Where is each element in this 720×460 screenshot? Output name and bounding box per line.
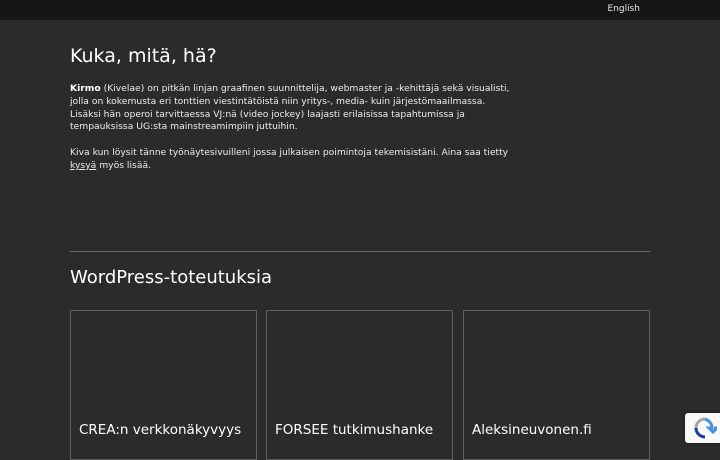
about-paragraph-1: Kirmo (Kivelae) on pitkän linjan graafin… <box>70 83 510 134</box>
section-title: WordPress-toteutuksia <box>70 267 273 288</box>
about-p2-tail: myös lisää. <box>96 159 152 171</box>
recaptcha-icon <box>694 417 717 439</box>
section-divider <box>70 251 650 252</box>
about-paragraph-2: Kiva kun löysit tänne työnäytesivuilleni… <box>70 147 510 173</box>
language-switch-link[interactable]: English <box>608 4 641 14</box>
project-card-title: CREA:n verkkonäkyvyys <box>79 422 242 438</box>
about-p2-text: Kiva kun löysit tänne työnäytesivuilleni… <box>70 146 509 158</box>
project-card-title: FORSEE tutkimushanke <box>275 422 434 438</box>
author-name: Kirmo <box>70 83 101 94</box>
project-card[interactable]: FORSEE tutkimushanke <box>266 310 453 460</box>
project-card-title: Aleksineuvonen.fi <box>472 422 592 438</box>
about-text: Kirmo (Kivelae) on pitkän linjan graafin… <box>70 83 510 185</box>
recaptcha-badge[interactable] <box>685 413 720 443</box>
contact-link[interactable]: kysyä <box>70 160 96 171</box>
top-bar: English <box>0 0 720 20</box>
about-intro-text: (Kivelae) on pitkän linjan graafinen suu… <box>70 83 510 133</box>
page-title: Kuka, mitä, hä? <box>70 45 217 67</box>
project-card[interactable]: CREA:n verkkonäkyvyys <box>70 310 257 460</box>
project-card[interactable]: Aleksineuvonen.fi <box>463 310 650 460</box>
